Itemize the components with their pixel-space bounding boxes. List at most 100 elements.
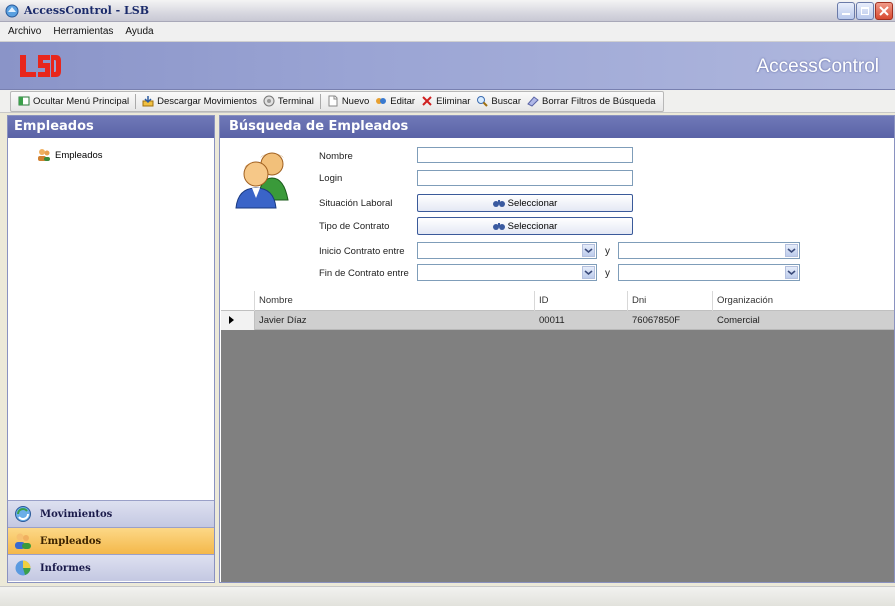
new-document-icon (328, 95, 338, 107)
minimize-button[interactable] (837, 2, 855, 20)
search-panel-header: Búsqueda de Empleados (220, 116, 894, 138)
delete-icon (422, 96, 432, 106)
window-title: AccessControl - LSB (24, 4, 149, 17)
nav-movimientos[interactable]: Movimientos (8, 500, 214, 527)
download-movements-label: Descargar Movimientos (157, 95, 257, 107)
toolbar-separator (135, 93, 137, 109)
terminal-button[interactable]: Terminal (260, 95, 317, 107)
minimize-icon (842, 13, 850, 15)
menu-archivo[interactable]: Archivo (8, 26, 41, 37)
login-input[interactable] (417, 170, 633, 186)
column-header-nombre[interactable]: Nombre (255, 291, 535, 311)
menu-ayuda[interactable]: Ayuda (125, 26, 153, 37)
toolbar-separator (319, 93, 321, 109)
nav-informes[interactable]: Informes (8, 554, 214, 581)
clear-filters-button[interactable]: Borrar Filtros de Búsqueda (524, 95, 659, 107)
grid-header-corner (221, 291, 255, 311)
edit-label: Editar (390, 95, 416, 107)
employees-icon (38, 149, 50, 161)
fin-contrato-from-select[interactable] (417, 264, 597, 281)
title-bar: AccessControl - LSB (0, 0, 895, 22)
eraser-icon (527, 96, 539, 107)
cell-nombre: Javier Díaz (259, 315, 307, 326)
fin-contrato-label: Fin de Contrato entre (319, 268, 409, 279)
column-header-id[interactable]: ID (535, 291, 628, 311)
column-header-organizacion[interactable]: Organización (713, 291, 894, 311)
download-movements-button[interactable]: Descargar Movimientos (139, 95, 260, 107)
app-window: AccessControl - LSB Archivo Herramientas… (0, 0, 895, 606)
nombre-input[interactable] (417, 147, 633, 163)
inicio-contrato-to-select[interactable] (618, 242, 800, 259)
chevron-down-icon (582, 244, 595, 257)
tipo-contrato-label: Tipo de Contrato (319, 221, 390, 232)
hide-menu-icon (18, 96, 30, 106)
search-icon (477, 96, 489, 107)
lsb-logo (20, 55, 61, 77)
movements-icon (15, 506, 31, 522)
chevron-down-icon (582, 266, 595, 279)
close-icon (879, 6, 889, 16)
sidebar-header: Empleados (8, 116, 214, 138)
edit-icon (376, 98, 387, 104)
cell-dni: 76067850F (632, 315, 681, 326)
situacion-label: Situación Laboral (319, 198, 393, 209)
sidebar: Empleados Empleados Movimientos Empleado… (7, 115, 215, 583)
delete-label: Eliminar (436, 95, 471, 107)
new-button[interactable]: Nuevo (324, 95, 372, 107)
reports-icon (15, 560, 31, 576)
chevron-down-icon (785, 266, 798, 279)
inicio-contrato-label: Inicio Contrato entre (319, 246, 405, 257)
tipo-contrato-select-button[interactable]: Seleccionar (417, 217, 633, 235)
window-controls (837, 2, 893, 20)
maximize-button[interactable] (856, 2, 874, 20)
chevron-down-icon (785, 244, 798, 257)
menu-bar: Archivo Herramientas Ayuda (0, 22, 895, 42)
situacion-select-button[interactable]: Seleccionar (417, 194, 633, 212)
edit-button[interactable]: Editar (372, 95, 418, 107)
cell-organizacion: Comercial (717, 315, 760, 326)
download-icon (142, 96, 154, 107)
row-selector[interactable] (221, 311, 255, 330)
toolbar: Ocultar Menú Principal Descargar Movimie… (0, 90, 895, 113)
and-separator: y (605, 268, 610, 279)
current-row-arrow-icon (229, 316, 234, 324)
grid-header: Nombre ID Dni Organización (221, 291, 894, 311)
status-bar (0, 586, 895, 606)
tree-item-empleados[interactable]: Empleados (37, 148, 103, 162)
main-panel: Búsqueda de Empleados Nombre Login Situa… (219, 115, 895, 583)
toolbar-strip: Ocultar Menú Principal Descargar Movimie… (10, 90, 664, 112)
binoculars-icon (492, 223, 505, 230)
maximize-icon (861, 7, 869, 15)
nombre-label: Nombre (319, 151, 353, 162)
tipo-contrato-select-label: Seleccionar (507, 220, 558, 232)
situacion-select-label: Seleccionar (507, 197, 558, 209)
app-icon (5, 4, 19, 18)
close-button[interactable] (875, 2, 893, 20)
clear-filters-label: Borrar Filtros de Búsqueda (542, 95, 656, 107)
table-row[interactable]: Javier Díaz 00011 76067850F Comercial (255, 311, 894, 330)
employees-icon (15, 533, 31, 549)
nav-empleados-label: Empleados (40, 535, 102, 547)
new-label: Nuevo (341, 95, 370, 107)
brand-name: AccessControl (756, 56, 880, 77)
employees-grid: Nombre ID Dni Organización Javier Díaz 0… (221, 291, 894, 582)
delete-button[interactable]: Eliminar (418, 95, 473, 107)
inicio-contrato-from-select[interactable] (417, 242, 597, 259)
hide-menu-button[interactable]: Ocultar Menú Principal (15, 95, 132, 107)
employees-avatar-icon (235, 152, 289, 209)
menu-herramientas[interactable]: Herramientas (53, 26, 113, 37)
terminal-icon (263, 95, 275, 107)
login-label: Login (319, 173, 343, 184)
banner: AccessControl (0, 42, 895, 90)
column-header-dni[interactable]: Dni (628, 291, 713, 311)
nav-empleados[interactable]: Empleados (8, 527, 214, 554)
nav-informes-label: Informes (40, 562, 91, 574)
search-label: Buscar (491, 95, 521, 107)
binoculars-icon (492, 200, 505, 207)
search-button[interactable]: Buscar (473, 95, 524, 107)
cell-id: 00011 (539, 315, 565, 326)
hide-menu-label: Ocultar Menú Principal (33, 95, 130, 107)
terminal-label: Terminal (277, 95, 314, 107)
and-separator: y (605, 246, 610, 257)
fin-contrato-to-select[interactable] (618, 264, 800, 281)
